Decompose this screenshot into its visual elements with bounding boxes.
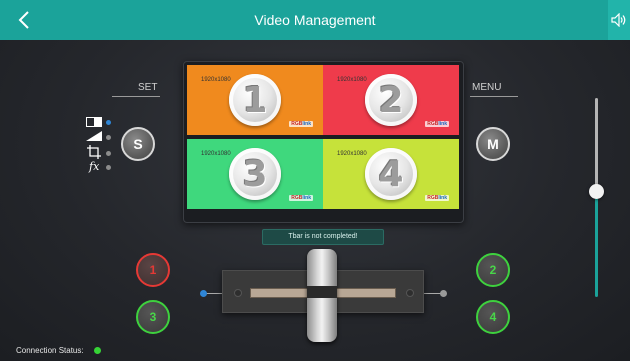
preview-quadrant-4[interactable]: 1920x1080 4 RGBlink	[323, 139, 459, 209]
source-button-3[interactable]: 3	[136, 300, 170, 334]
ramp-icon[interactable]	[86, 131, 102, 142]
preview-quadrant-1[interactable]: 1920x1080 1 RGBlink	[187, 65, 323, 135]
layout-icon[interactable]	[86, 117, 102, 127]
crop-icon[interactable]	[87, 145, 101, 159]
status-message: Tbar is not completed!	[262, 229, 384, 245]
quadrant-number-badge: 4	[365, 148, 417, 200]
quadrant-resolution: 1920x1080	[337, 77, 367, 83]
source-button-2[interactable]: 2	[476, 253, 510, 287]
ramp-option-dot[interactable]	[106, 135, 111, 140]
preview-quadrant-2[interactable]: 1920x1080 2 RGBlink	[323, 65, 459, 135]
tbar-screw-left	[234, 289, 242, 297]
tbar-screw-right	[406, 289, 414, 297]
speaker-icon	[611, 13, 626, 27]
connection-status-indicator	[94, 347, 101, 354]
page-title: Video Management	[254, 12, 376, 28]
quadrant-number: 1	[242, 79, 268, 121]
menu-button[interactable]: M	[476, 127, 510, 161]
fx-option-dot[interactable]	[106, 165, 111, 170]
top-bar: Video Management	[0, 0, 630, 40]
crop-option-dot[interactable]	[106, 151, 111, 156]
tbar-right-endpoint	[440, 290, 447, 297]
source-button-4[interactable]: 4	[476, 300, 510, 334]
speaker-button[interactable]	[608, 0, 630, 40]
set-button[interactable]: S	[121, 127, 155, 161]
quadrant-resolution: 1920x1080	[337, 151, 367, 157]
quadrant-number: 3	[242, 153, 268, 195]
tbar-handle-grip	[307, 286, 337, 298]
source-button-1[interactable]: 1	[136, 253, 170, 287]
layout-option-dot[interactable]	[106, 120, 111, 125]
quadrant-number: 2	[378, 79, 404, 121]
quadrant-resolution: 1920x1080	[201, 77, 231, 83]
brand-logo: RGBlink	[289, 121, 313, 127]
set-label: SET	[138, 82, 158, 93]
quadrant-number: 4	[378, 153, 404, 195]
connection-status-label: Connection Status:	[16, 346, 84, 355]
quadrant-number-badge: 3	[229, 148, 281, 200]
brand-logo: RGBlink	[289, 195, 313, 201]
tbar-left-endpoint	[200, 290, 207, 297]
brand-logo: RGBlink	[425, 121, 449, 127]
quadrant-resolution: 1920x1080	[201, 151, 231, 157]
fx-icon[interactable]: fx	[89, 160, 99, 173]
volume-track-upper[interactable]	[595, 98, 598, 191]
quadrant-number-badge: 2	[365, 74, 417, 126]
menu-label: MENU	[472, 82, 502, 93]
quadrant-number-badge: 1	[229, 74, 281, 126]
volume-slider-thumb[interactable]	[589, 184, 604, 199]
menu-underline	[470, 96, 518, 97]
preview-quadrant-3[interactable]: 1920x1080 3 RGBlink	[187, 139, 323, 209]
set-underline	[112, 96, 160, 97]
volume-track-filled[interactable]	[595, 191, 598, 297]
brand-logo: RGBlink	[425, 195, 449, 201]
